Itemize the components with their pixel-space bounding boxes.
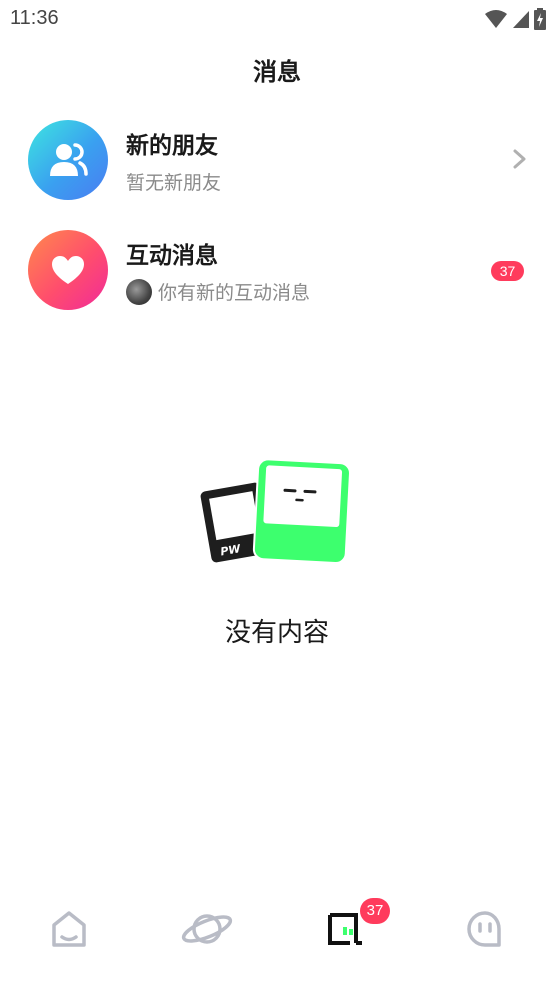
status-bar: 11:36 bbox=[0, 0, 554, 38]
bottom-nav: 37 bbox=[0, 880, 554, 984]
interaction-subtitle: 你有新的互动消息 bbox=[126, 278, 310, 305]
empty-state-text: 没有内容 bbox=[224, 618, 329, 648]
new-friends-title: 新的朋友 bbox=[126, 133, 218, 159]
status-time: 11:36 bbox=[10, 7, 59, 29]
nav-messages-badge: 37 bbox=[360, 898, 390, 924]
sender-avatar bbox=[126, 278, 152, 305]
new-friends-subtitle: 暂无新朋友 bbox=[126, 168, 221, 195]
profile-face-icon bbox=[467, 911, 501, 947]
signal-icon bbox=[513, 11, 529, 28]
new-friends-row[interactable]: 新的朋友 暂无新朋友 bbox=[0, 110, 554, 210]
empty-illustration: PW bbox=[200, 458, 351, 565]
interaction-subtitle-text: 你有新的互动消息 bbox=[158, 282, 311, 304]
nav-profile[interactable] bbox=[455, 904, 515, 954]
heart-icon bbox=[52, 256, 84, 284]
unread-badge: 37 bbox=[491, 261, 524, 281]
chevron-right-icon bbox=[513, 149, 526, 169]
battery-charging-icon bbox=[534, 8, 546, 30]
status-icons bbox=[484, 8, 546, 30]
interaction-title: 互动消息 bbox=[126, 243, 218, 269]
new-friends-subtitle-text: 暂无新朋友 bbox=[126, 172, 222, 194]
interaction-messages-row[interactable]: 互动消息 你有新的互动消息 37 bbox=[0, 220, 554, 320]
wifi-icon bbox=[485, 10, 507, 28]
nav-discover[interactable] bbox=[177, 904, 237, 954]
new-friends-avatar bbox=[28, 120, 108, 200]
interaction-avatar bbox=[28, 230, 108, 310]
nav-home[interactable] bbox=[39, 904, 99, 954]
page-title: 消息 bbox=[253, 58, 301, 86]
home-icon bbox=[52, 911, 86, 947]
planet-icon bbox=[181, 914, 233, 944]
friends-icon bbox=[50, 143, 88, 176]
